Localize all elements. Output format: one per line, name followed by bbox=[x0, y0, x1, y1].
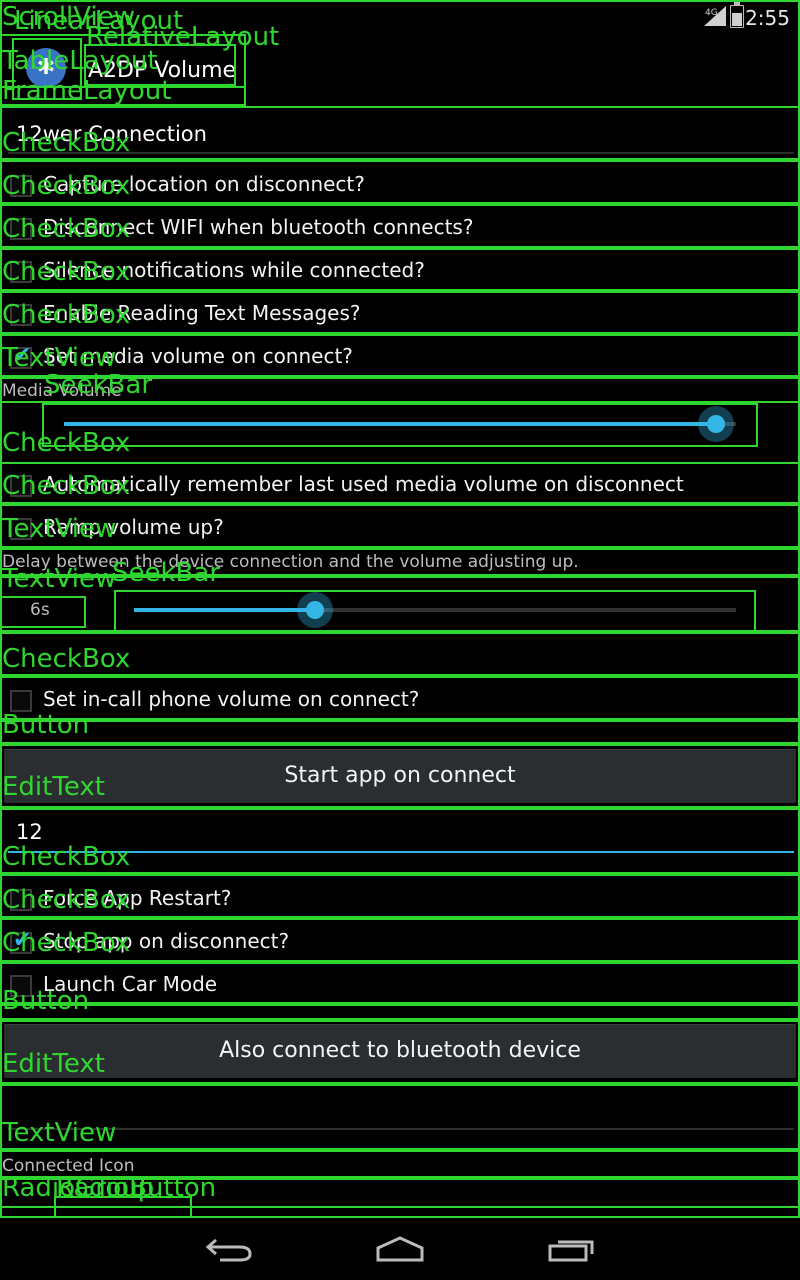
media-volume-progress bbox=[64, 422, 716, 426]
also-connect-button[interactable]: Also connect to bluetooth device bbox=[4, 1024, 796, 1078]
capture-location-checkbox[interactable] bbox=[10, 175, 32, 197]
overlay-box-radiogroup bbox=[0, 1178, 800, 1208]
set-incall-volume-checkbox[interactable] bbox=[10, 690, 32, 712]
ramp-volume-checkbox[interactable] bbox=[10, 518, 32, 540]
media-volume-thumb[interactable] bbox=[698, 406, 734, 442]
disconnect-wifi-checkbox[interactable] bbox=[10, 218, 32, 240]
stop-app-checkbox[interactable] bbox=[10, 928, 32, 954]
recents-icon[interactable] bbox=[548, 1236, 596, 1262]
delay-value: 6s bbox=[30, 600, 50, 620]
app-field[interactable]: 12 bbox=[16, 820, 43, 844]
app-icon: ✱ bbox=[26, 48, 66, 88]
overlay-box-cb8 bbox=[0, 632, 800, 676]
overlay-label-radiogroup: RadioGroup bbox=[2, 1173, 155, 1203]
overlay-box-et3 bbox=[0, 1084, 800, 1150]
overlay-label-textview-4: TextView bbox=[2, 1118, 117, 1148]
silence-notifications-label: Silence notifications while connected? bbox=[43, 258, 425, 282]
car-mode-label: Launch Car Mode bbox=[43, 972, 218, 996]
delay-progress bbox=[134, 608, 315, 612]
reading-text-checkbox[interactable] bbox=[10, 304, 32, 326]
car-mode-checkbox[interactable] bbox=[10, 975, 32, 997]
reading-text-label: Enable Reading Text Messages? bbox=[43, 301, 361, 325]
capture-location-label: Capture location on disconnect? bbox=[43, 172, 365, 196]
start-app-button[interactable]: Start app on connect bbox=[4, 749, 796, 803]
page-title: A2DP Volume bbox=[88, 58, 237, 83]
silence-notifications-checkbox[interactable] bbox=[10, 261, 32, 283]
overlay-box-btn2 bbox=[0, 1004, 800, 1020]
back-icon[interactable] bbox=[206, 1236, 252, 1262]
set-media-volume-checkbox[interactable] bbox=[10, 343, 32, 369]
app-field-underline bbox=[8, 851, 794, 853]
stop-app-label: Stop app on disconnect? bbox=[43, 929, 290, 953]
overlay-label-checkbox-9: CheckBox bbox=[2, 842, 131, 872]
overlay-label-checkbox-6: CheckBox bbox=[2, 428, 131, 458]
delay-thumb[interactable] bbox=[297, 592, 333, 628]
svg-text:4G: 4G bbox=[705, 8, 718, 18]
battery-icon bbox=[730, 2, 744, 28]
home-icon[interactable] bbox=[376, 1236, 424, 1262]
force-app-restart-checkbox[interactable] bbox=[10, 889, 32, 911]
overlay-box-btn1 bbox=[0, 720, 800, 744]
overlay-label-radiobutton: RadioButton bbox=[56, 1173, 217, 1203]
navigation-bar bbox=[0, 1218, 800, 1280]
overlay-box-linearlayout bbox=[0, 86, 246, 106]
signal-icon: 4G bbox=[704, 6, 726, 26]
remember-media-volume-checkbox[interactable] bbox=[10, 475, 32, 497]
connect-device-underline bbox=[8, 1128, 794, 1130]
overlay-box-radiobutton bbox=[54, 1196, 192, 1218]
overlay-box-et2 bbox=[0, 808, 800, 874]
status-time: 2:55 bbox=[745, 6, 790, 30]
set-media-volume-label: Set media volume on connect? bbox=[43, 344, 353, 368]
force-app-restart-label: Force App Restart? bbox=[43, 886, 232, 910]
status-bar: 4G 2:55 bbox=[0, 0, 800, 34]
connection-name-field[interactable]: 12wer Connection bbox=[16, 122, 207, 146]
remember-media-volume-label: Automatically remember last used media v… bbox=[43, 472, 684, 496]
ramp-volume-label: Ramp volume up? bbox=[43, 515, 224, 539]
media-volume-label: Media Volume bbox=[2, 381, 122, 401]
disconnect-wifi-label: Disconnect WIFI when bluetooth connects? bbox=[43, 215, 474, 239]
overlay-box-linearlayout2 bbox=[0, 576, 800, 632]
connected-icon-label: Connected Icon bbox=[2, 1156, 135, 1176]
overlay-label-checkbox-8: CheckBox bbox=[2, 644, 131, 674]
bluetooth-icon: ✱ bbox=[36, 55, 56, 80]
set-incall-volume-label: Set in-call phone volume on connect? bbox=[43, 687, 420, 711]
delay-description: Delay between the device connection and … bbox=[2, 552, 579, 572]
overlay-label-button-1: Button bbox=[2, 710, 90, 740]
connection-name-underline bbox=[8, 152, 794, 154]
